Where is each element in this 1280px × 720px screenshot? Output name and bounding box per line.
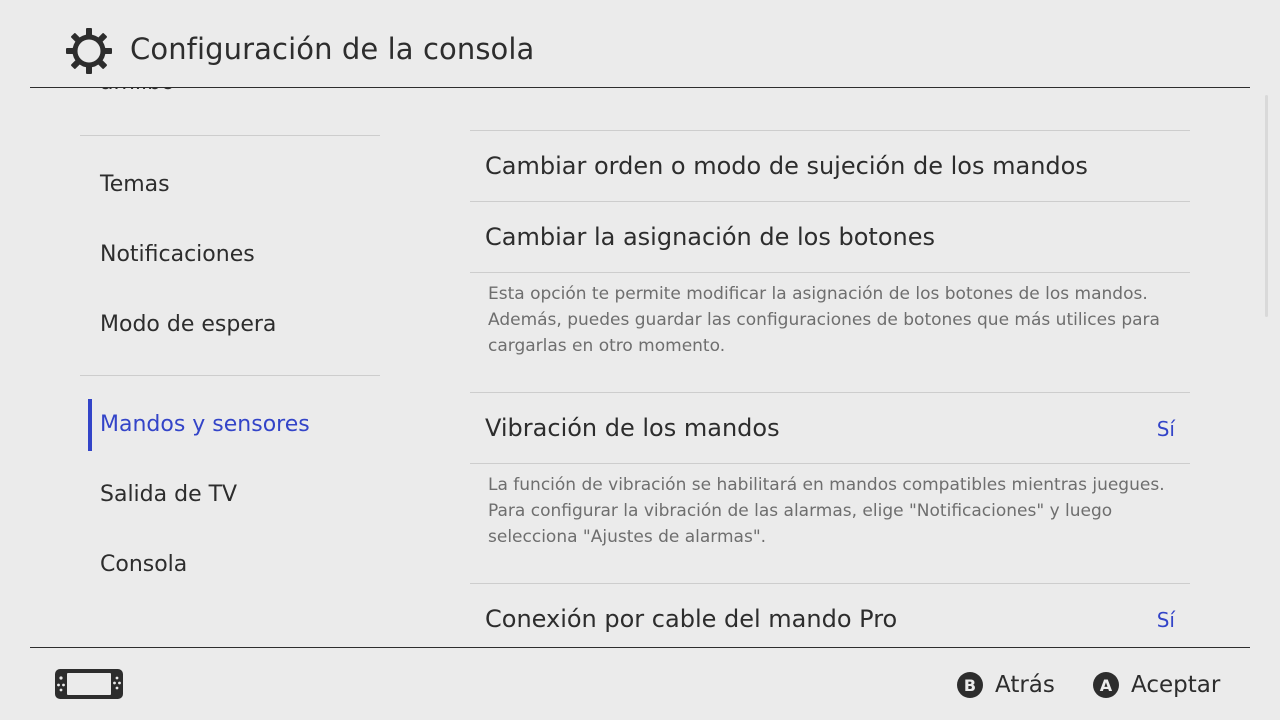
a-button-icon: A: [1093, 672, 1119, 698]
b-button-icon: B: [957, 672, 983, 698]
page-title: Configuración de la consola: [130, 32, 535, 66]
pro-controller-wired-value: Sí: [1156, 608, 1175, 632]
accept-button[interactable]: A Aceptar: [1093, 670, 1220, 700]
back-button[interactable]: B Atrás: [957, 670, 1055, 700]
accept-label: Aceptar: [1131, 672, 1221, 698]
controller-vibration-option[interactable]: Vibración de los mandos: [485, 414, 780, 442]
row-divider: [470, 463, 1190, 464]
vibration-description: La función de vibración se habilitará en…: [488, 475, 1165, 547]
sidebar-item-temas[interactable]: Temas: [100, 172, 170, 197]
sidebar-item-mandos-y-sensores[interactable]: Mandos y sensores: [100, 412, 310, 437]
gear-icon: [66, 28, 112, 74]
row-divider: [470, 201, 1190, 202]
system-settings-screen: Configuración de la consola amiibo Temas…: [0, 0, 1280, 720]
sidebar-item-salida-de-tv[interactable]: Salida de TV: [100, 482, 237, 507]
header: Configuración de la consola: [0, 0, 1280, 88]
sidebar-divider: [80, 375, 380, 376]
settings-panel: Cambiar orden o modo de sujeción de los …: [410, 88, 1270, 647]
back-label: Atrás: [995, 672, 1055, 698]
row-divider: [470, 272, 1190, 273]
row-divider: [470, 130, 1190, 131]
change-grip-order-option[interactable]: Cambiar orden o modo de sujeción de los …: [485, 152, 1088, 180]
sidebar-item-notificaciones[interactable]: Notificaciones: [100, 242, 255, 267]
row-divider: [470, 392, 1190, 393]
scrollbar[interactable]: [1265, 95, 1268, 317]
sidebar-item-consola[interactable]: Consola: [100, 552, 187, 577]
active-indicator: [88, 399, 92, 451]
footer-divider: [30, 647, 1250, 648]
sidebar-divider: [80, 135, 380, 136]
controller-vibration-value: Sí: [1156, 417, 1175, 441]
handheld-console-icon: [55, 669, 123, 699]
sidebar-item-modo-de-espera[interactable]: Modo de espera: [100, 312, 276, 337]
change-button-mapping-option[interactable]: Cambiar la asignación de los botones: [485, 223, 935, 251]
sidebar: amiibo Temas Notificaciones Modo de espe…: [0, 88, 410, 647]
row-divider: [470, 583, 1190, 584]
button-mapping-description: Esta opción te permite modificar la asig…: [488, 284, 1160, 356]
pro-controller-wired-option[interactable]: Conexión por cable del mando Pro: [485, 605, 897, 633]
sidebar-item-amiibo[interactable]: amiibo: [100, 88, 175, 95]
